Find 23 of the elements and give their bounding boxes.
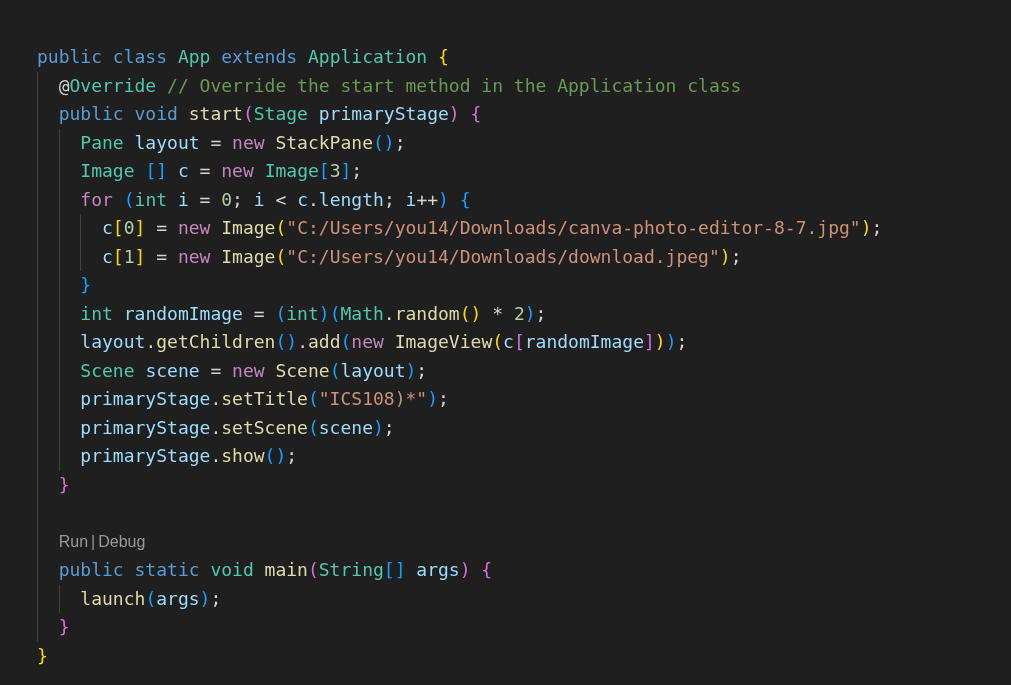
code-line: } [37, 643, 48, 668]
code-line: @Override // Override the start method in the Application class [58, 73, 742, 98]
code-line: public class App extends Application { [37, 45, 449, 69]
code-line: primaryStage.show(); [80, 444, 298, 468]
code-line: layout.getChildren().add(new ImageView(c[randomImage])); [80, 330, 688, 354]
code-line: launch(args); [80, 586, 222, 611]
code-line: c[0] = new Image("C:/Users/you14/Downloads/canva-photo-editor-8-7.jpg"); [102, 216, 883, 240]
codelens-link[interactable]: Debug [98, 532, 146, 551]
code-line: public static void main(String[] args) { [58, 558, 493, 582]
code-line: int randomImage = (int)(Math.random() * 2); [80, 301, 547, 326]
code-line: Scene scene = new Scene(layout); [80, 358, 428, 383]
code-line: primaryStage.setTitle("ICS108)*"); [80, 387, 449, 411]
code-line: c[1] = new Image("C:/Users/you14/Downloads/download.jpeg"); [102, 244, 742, 269]
code-line: for (int i = 0; i < c.length; i++) { [80, 187, 471, 212]
code-line: } [80, 273, 92, 297]
separator-text: | [91, 532, 96, 551]
code-line: Pane layout = new StackPane(); [80, 130, 406, 155]
code-line: Image [] c = new Image[3]; [80, 159, 363, 183]
codelens-link[interactable]: Run [58, 532, 89, 551]
code-line: } [58, 472, 70, 497]
code-line: primaryStage.setScene(scene); [80, 415, 395, 440]
code-line: } [58, 615, 70, 639]
code-line: public void start(Stage primaryStage) { [58, 102, 482, 126]
